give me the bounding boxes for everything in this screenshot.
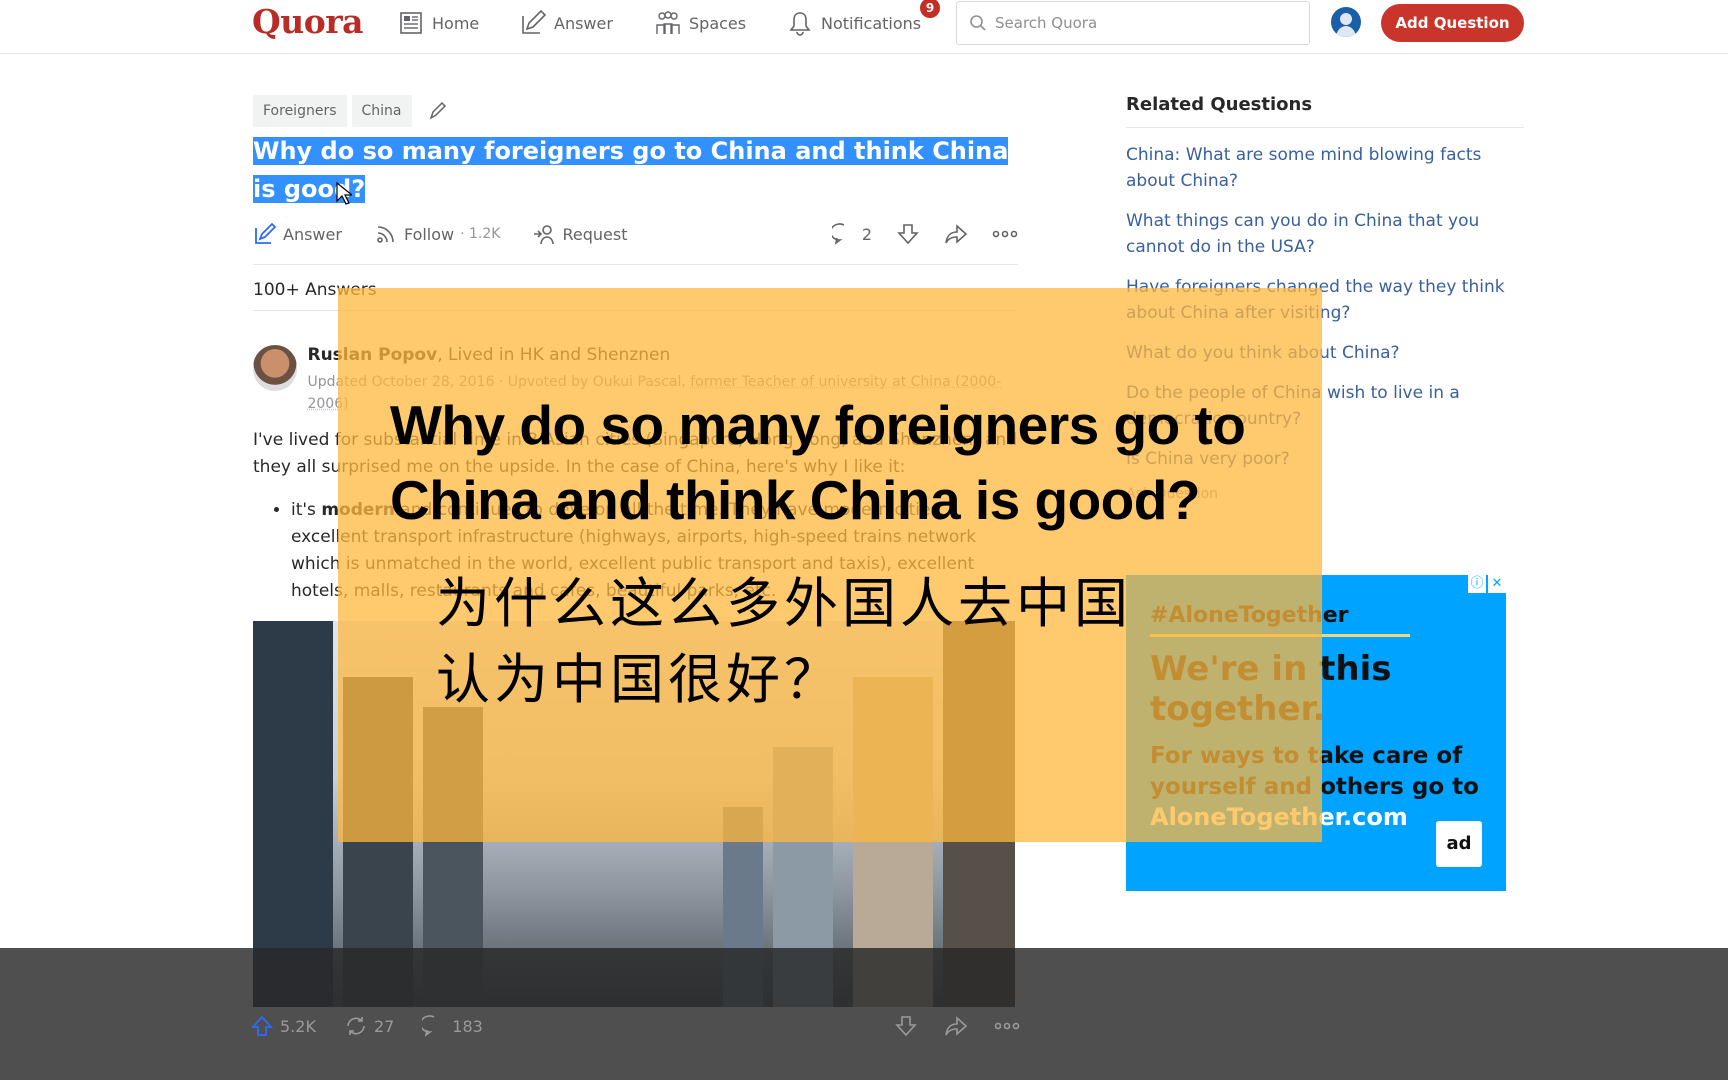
downvote-icon[interactable] — [894, 1014, 918, 1038]
topic-chip-foreigners[interactable]: Foreigners — [253, 95, 347, 127]
ad-council-logo: ad — [1436, 821, 1482, 867]
add-question-button[interactable]: Add Question — [1381, 4, 1524, 42]
upvote-count: 5.2K — [280, 1016, 316, 1036]
quora-logo[interactable]: Quora — [252, 2, 364, 41]
user-silhouette-icon — [1336, 13, 1356, 37]
search-input[interactable] — [995, 14, 1295, 32]
search-icon — [970, 15, 986, 31]
ad-close-icon[interactable]: ✕ — [1488, 575, 1506, 593]
comments-button[interactable]: 2 — [831, 222, 872, 246]
upvote-button[interactable]: 5.2K — [250, 1014, 316, 1038]
answer-label: Answer — [283, 224, 342, 244]
nav-spaces-label: Spaces — [689, 13, 747, 33]
share-count-button[interactable]: 27 — [344, 1014, 394, 1038]
nav-home[interactable]: Home — [398, 8, 479, 38]
topic-list: Foreigners China — [253, 94, 1018, 128]
comment-icon — [831, 223, 845, 245]
bullet-lead: it's — [291, 500, 322, 520]
request-label: Request — [562, 224, 628, 244]
answer-button[interactable]: Answer — [253, 222, 342, 246]
more-options-icon[interactable] — [994, 1014, 1020, 1038]
caption-chinese: 为什么这么多外国人去中国 认为中国很好？ — [436, 566, 1132, 718]
notification-count-badge: 9 — [920, 0, 940, 18]
caption-english: Why do so many foreigners go to China an… — [390, 388, 1246, 538]
caption-english-line: Why do so many foreigners go to — [390, 394, 1246, 456]
caption-chinese-line: 认为中国很好？ — [436, 648, 842, 711]
pencil-square-icon — [522, 10, 546, 34]
related-question-link[interactable]: What things can you do in China that you… — [1126, 208, 1524, 260]
nav-home-label: Home — [432, 13, 480, 33]
question-title[interactable]: Why do so many foreigners go to China an… — [253, 132, 1013, 208]
search-box[interactable] — [956, 1, 1310, 45]
reshare-icon — [347, 1017, 365, 1035]
bell-icon — [789, 12, 811, 36]
nav-answer-label: Answer — [554, 13, 613, 33]
question-actions: Answer Follow · 1.2K Request 2 — [253, 214, 1018, 254]
answer-stats-bar: 5.2K 27 183 — [250, 1014, 1020, 1038]
share-icon[interactable] — [944, 222, 968, 246]
user-avatar[interactable] — [1331, 7, 1361, 37]
pencil-square-icon — [255, 222, 277, 244]
nav-notifications[interactable]: Notifications — [787, 8, 921, 38]
question-secondary-actions: 2 — [831, 222, 1018, 246]
people-icon — [656, 11, 680, 34]
more-options-icon[interactable] — [992, 222, 1018, 246]
related-questions-heading: Related Questions — [1126, 94, 1524, 128]
caption-english-line: China and think China is good? — [390, 469, 1200, 531]
request-button[interactable]: Request — [532, 222, 627, 246]
rss-follow-icon — [377, 226, 394, 243]
answer-comment-count: 183 — [452, 1016, 483, 1036]
edit-topics-pencil-icon[interactable] — [427, 100, 449, 122]
caption-chinese-line: 为什么这么多外国人去中国 — [436, 572, 1132, 635]
comment-icon — [422, 1015, 435, 1037]
author-avatar[interactable] — [253, 345, 298, 391]
request-user-icon — [534, 225, 555, 245]
follow-button[interactable]: Follow · 1.2K — [374, 222, 501, 246]
mouse-cursor-icon — [336, 182, 352, 205]
answer-comments-button[interactable]: 183 — [422, 1014, 483, 1038]
ad-controls: ⓘ ✕ — [1468, 575, 1506, 593]
home-feed-icon — [400, 12, 422, 34]
follow-label: Follow — [403, 224, 455, 244]
nav-notifications-label: Notifications — [821, 13, 922, 33]
nav-answer[interactable]: Answer — [520, 8, 613, 38]
upvote-icon — [250, 1015, 274, 1036]
top-navigation-bar: Quora Home Answer Spaces Notifications 9… — [0, 0, 1728, 54]
related-question-link[interactable]: China: What are some mind blowing facts … — [1126, 142, 1524, 194]
share-count: 27 — [373, 1016, 395, 1036]
video-caption-overlay — [338, 288, 1322, 842]
share-icon[interactable] — [944, 1014, 968, 1038]
nav-spaces[interactable]: Spaces — [655, 8, 746, 38]
question-title-text: Why do so many foreigners go to China an… — [253, 137, 1009, 203]
topic-chip-china[interactable]: China — [351, 95, 412, 127]
answer-secondary-actions — [894, 1014, 1020, 1038]
follow-count: · 1.2K — [460, 226, 501, 242]
ad-info-icon[interactable]: ⓘ — [1468, 575, 1486, 593]
divider — [253, 264, 1018, 265]
downvote-icon[interactable] — [896, 222, 920, 246]
comment-count: 2 — [861, 224, 872, 244]
